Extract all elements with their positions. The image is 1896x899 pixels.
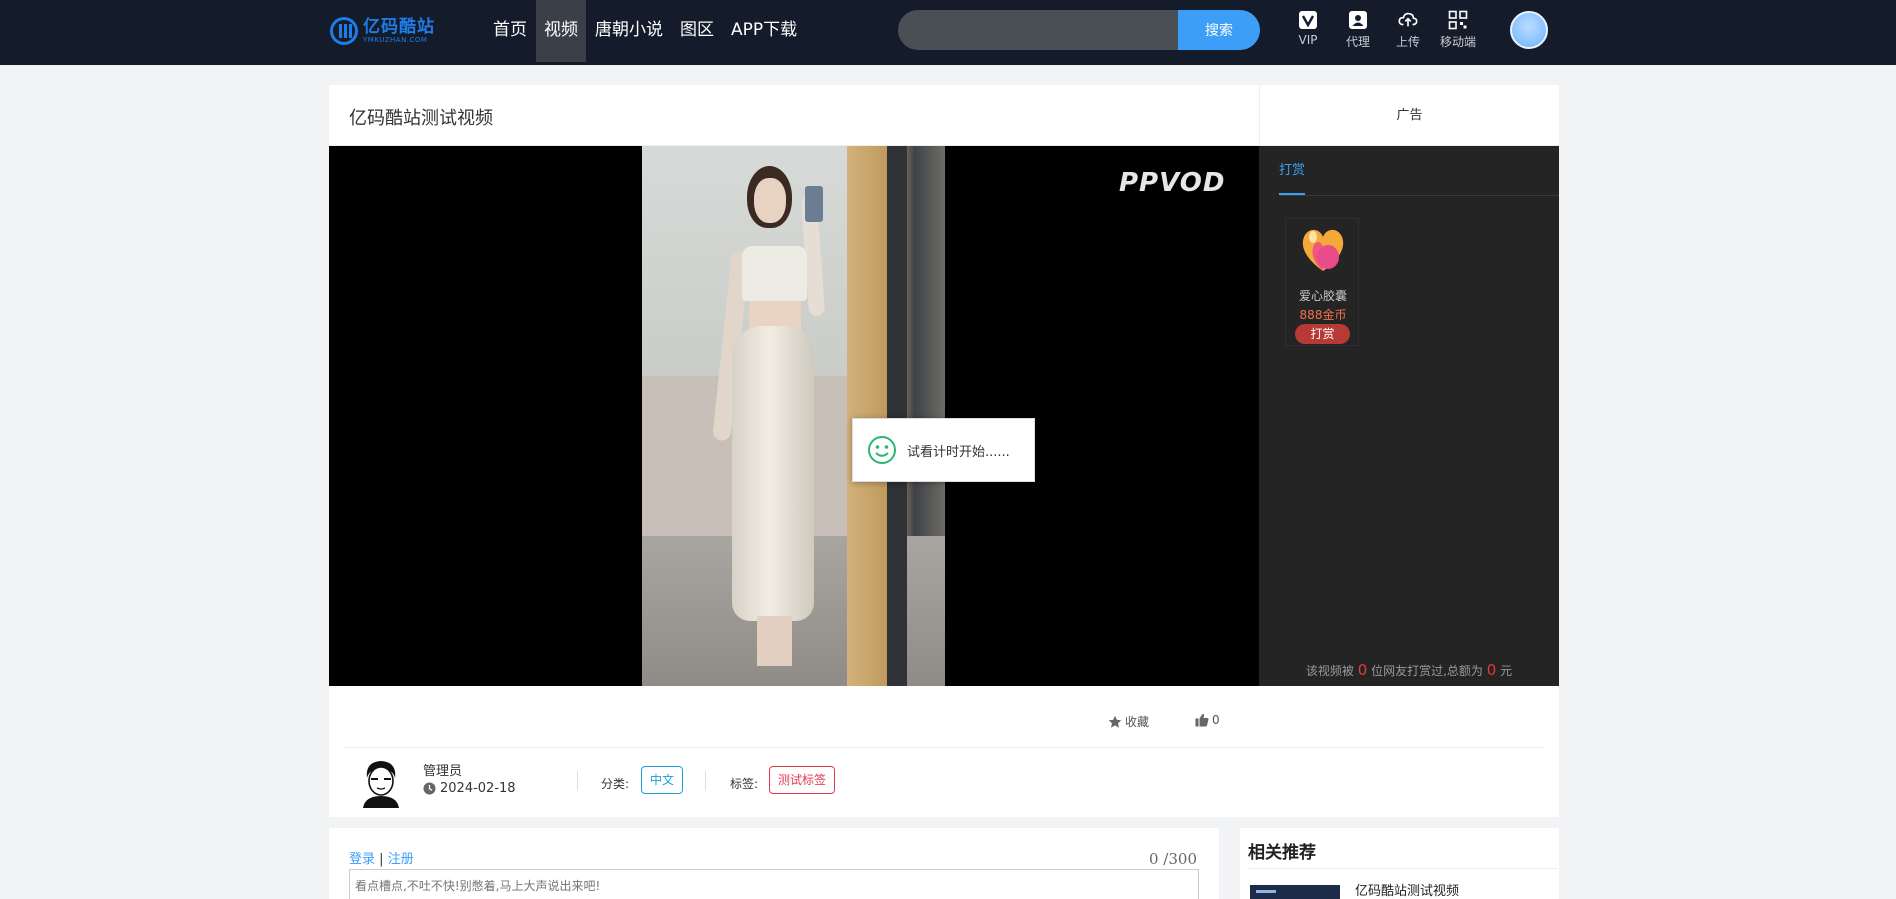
post-date: 2024-02-18 bbox=[423, 781, 516, 796]
like-count: 0 bbox=[1212, 713, 1220, 727]
nav-novels[interactable]: 唐朝小说 bbox=[587, 0, 671, 62]
favorite-label: 收藏 bbox=[1125, 715, 1150, 729]
tool-upload-label: 上传 bbox=[1395, 35, 1420, 49]
nav-video[interactable]: 视频 bbox=[536, 0, 586, 62]
tool-agent-label: 代理 bbox=[1345, 35, 1370, 49]
gift-name: 爱心胶囊 bbox=[1298, 289, 1347, 303]
reward-count: 0 bbox=[1357, 661, 1368, 679]
agent-icon bbox=[1349, 11, 1367, 29]
video-meta: 管理员 2024-02-18 分类: 中文 标签: 测试标签 bbox=[329, 748, 1559, 817]
favorite-button[interactable]: 收藏 bbox=[1108, 713, 1149, 730]
tool-agent[interactable]: 代理 bbox=[1333, 10, 1383, 50]
tool-vip[interactable]: VIP bbox=[1283, 10, 1333, 47]
search-bar: 搜索 bbox=[898, 10, 1260, 50]
author-avatar[interactable] bbox=[359, 758, 403, 808]
tool-vip-label: VIP bbox=[1298, 33, 1318, 47]
search-button[interactable]: 搜索 bbox=[1178, 10, 1260, 50]
tag-chip[interactable]: 测试标签 bbox=[769, 766, 836, 794]
nav-gallery[interactable]: 图区 bbox=[672, 0, 722, 62]
nav-app-download[interactable]: APP下载 bbox=[723, 0, 805, 62]
video-frame bbox=[642, 146, 945, 686]
tool-mobile[interactable]: 移动端 bbox=[1433, 10, 1483, 50]
video-detail-card: 亿码酷站测试视频 广告 PPVOD 试看计时开始...... 打赏 爱心胶囊 8… bbox=[329, 85, 1559, 817]
comment-section: 登录 | 注册 0 /300 bbox=[329, 828, 1219, 899]
search-input[interactable] bbox=[898, 10, 1188, 50]
gift-reward-button[interactable]: 打赏 bbox=[1295, 324, 1350, 344]
smile-icon bbox=[868, 436, 896, 464]
video-title-bar: 亿码酷站测试视频 bbox=[329, 85, 1259, 146]
ad-slot[interactable]: 广告 bbox=[1259, 85, 1559, 146]
thumbs-up-icon bbox=[1195, 713, 1209, 727]
upload-cloud-icon bbox=[1398, 12, 1418, 27]
gift-item[interactable]: 爱心胶囊 888金币 打赏 bbox=[1285, 218, 1359, 346]
video-subject bbox=[712, 166, 827, 666]
user-avatar[interactable] bbox=[1510, 11, 1548, 49]
reward-panel: 打赏 爱心胶囊 888金币 打赏 该视频被 0 位网友打赏过,总额为 0 元 bbox=[1259, 146, 1559, 686]
tab-reward[interactable]: 打赏 bbox=[1279, 146, 1306, 195]
reward-total: 0 bbox=[1486, 661, 1497, 679]
heart-capsule-icon bbox=[1302, 229, 1344, 271]
tool-upload[interactable]: 上传 bbox=[1383, 10, 1433, 50]
related-item-title[interactable]: 亿码酷站测试视频 bbox=[1355, 880, 1459, 899]
nav-home[interactable]: 首页 bbox=[485, 0, 535, 62]
star-icon bbox=[1108, 715, 1122, 728]
logo-mark-icon bbox=[330, 17, 358, 45]
qr-code-icon bbox=[1448, 10, 1468, 30]
author-name[interactable]: 管理员 bbox=[423, 760, 462, 779]
tool-mobile-label: 移动端 bbox=[1439, 35, 1476, 49]
video-player[interactable]: PPVOD 试看计时开始...... bbox=[329, 146, 1259, 686]
category-label: 分类: bbox=[601, 777, 630, 791]
post-date-text: 2024-02-18 bbox=[440, 781, 516, 796]
video-title: 亿码酷站测试视频 bbox=[349, 108, 493, 129]
gift-price: 888金币 bbox=[1299, 308, 1347, 322]
logo-name: 亿码酷站 bbox=[363, 16, 435, 37]
toast-message: 试看计时开始...... bbox=[907, 444, 1010, 460]
login-link[interactable]: 登录 bbox=[349, 852, 375, 867]
register-link[interactable]: 注册 bbox=[388, 852, 414, 867]
logo-domain: YMKUZHAN.COM bbox=[363, 35, 428, 44]
clock-icon bbox=[423, 782, 436, 795]
tag-label: 标签: bbox=[730, 777, 759, 791]
trial-toast: 试看计时开始...... bbox=[852, 418, 1035, 482]
video-actions: 收藏 0 bbox=[329, 686, 1559, 748]
like-button[interactable]: 0 bbox=[1195, 713, 1220, 727]
top-navbar: 亿码酷站 YMKUZHAN.COM 首页 视频 唐朝小说 图区 APP下载 搜索… bbox=[0, 0, 1896, 65]
comment-input[interactable] bbox=[349, 869, 1199, 899]
category-chip[interactable]: 中文 bbox=[641, 766, 684, 794]
related-item-thumbnail[interactable] bbox=[1250, 885, 1340, 899]
main-nav: 首页 视频 唐朝小说 图区 APP下载 bbox=[485, 0, 806, 62]
auth-links: 登录 | 注册 bbox=[349, 852, 414, 867]
player-watermark: PPVOD bbox=[1119, 168, 1226, 198]
related-section: 相关推荐 亿码酷站测试视频 bbox=[1240, 828, 1559, 899]
site-logo[interactable]: 亿码酷站 YMKUZHAN.COM bbox=[330, 14, 435, 48]
comment-char-counter: 0 /300 bbox=[1149, 850, 1197, 868]
vip-icon bbox=[1299, 11, 1317, 29]
related-heading: 相关推荐 bbox=[1248, 843, 1316, 863]
reward-summary: 该视频被 0 位网友打赏过,总额为 0 元 bbox=[1305, 661, 1513, 679]
